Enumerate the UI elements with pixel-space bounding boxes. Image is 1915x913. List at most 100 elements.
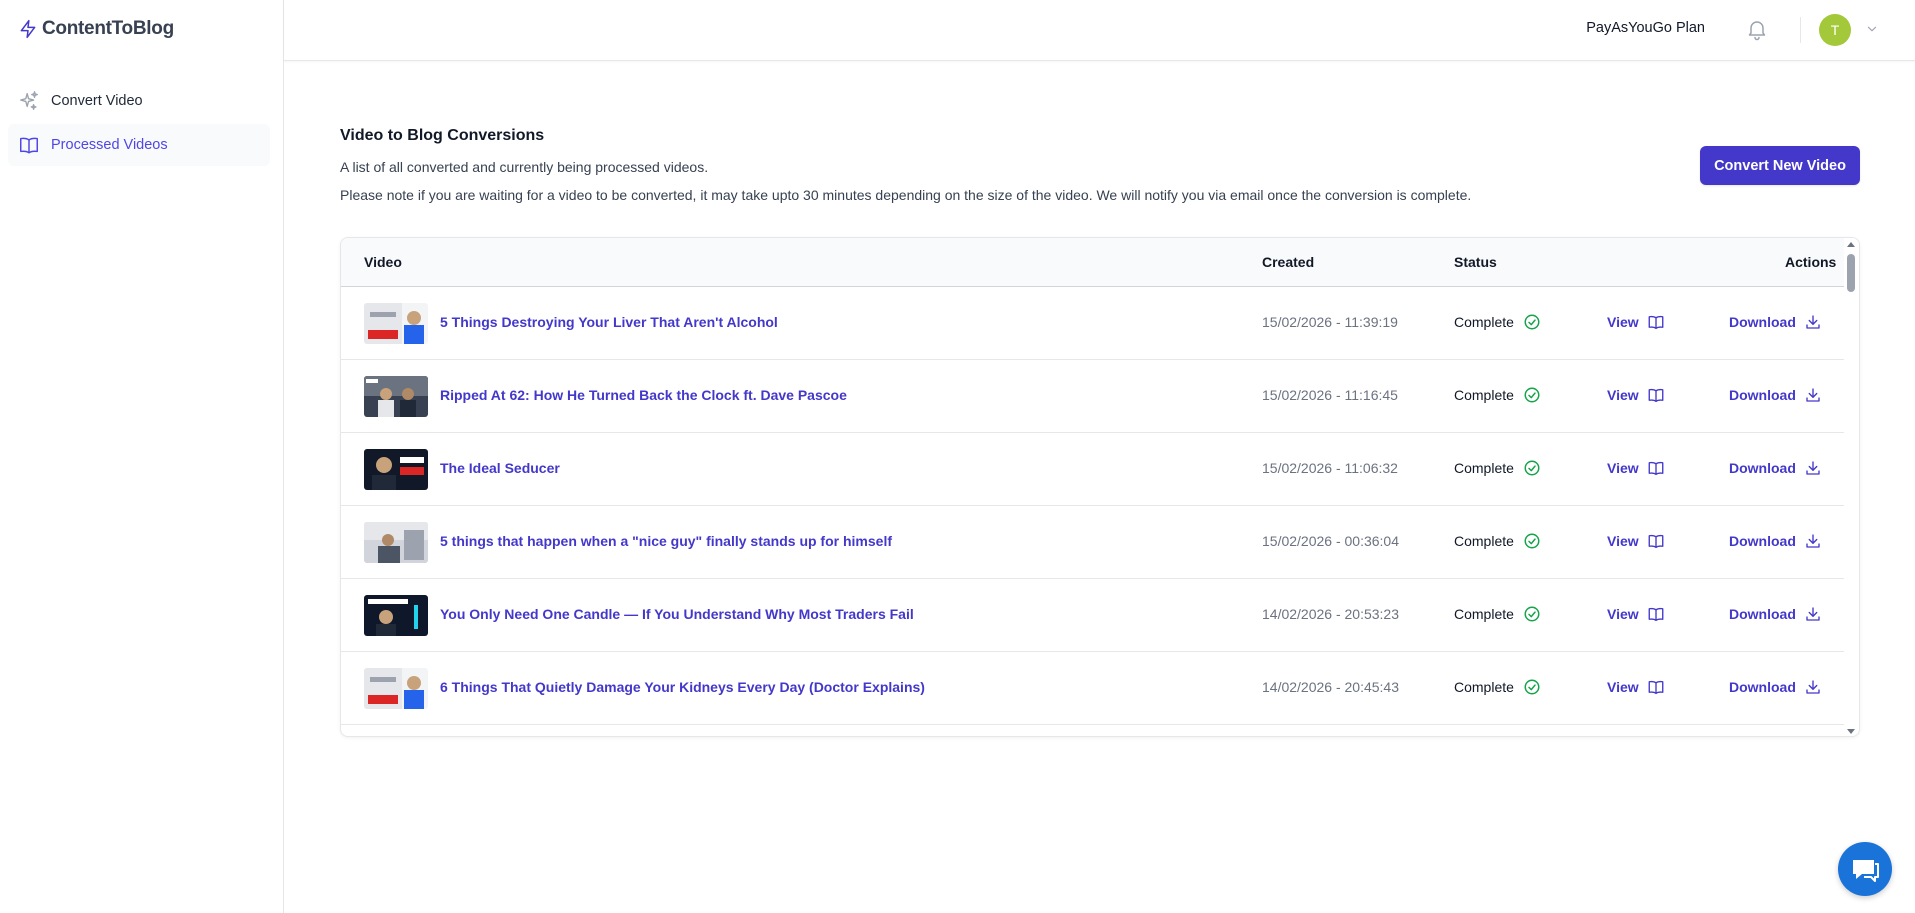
check-circle-icon: [1524, 460, 1540, 476]
video-thumbnail[interactable]: [364, 595, 428, 636]
video-title-link[interactable]: You Only Need One Candle — If You Unders…: [440, 606, 914, 622]
video-title-link[interactable]: The Ideal Seducer: [440, 460, 560, 476]
download-label: Download: [1729, 679, 1796, 695]
convert-new-video-button[interactable]: Convert New Video: [1700, 146, 1860, 185]
video-thumbnail[interactable]: [364, 303, 428, 344]
view-button[interactable]: View: [1607, 313, 1665, 331]
check-circle-icon: [1524, 314, 1540, 330]
view-label: View: [1607, 460, 1639, 476]
plan-label[interactable]: PayAsYouGo Plan: [1586, 20, 1705, 36]
book-open-icon: [1648, 607, 1664, 622]
view-button[interactable]: View: [1607, 532, 1665, 550]
book-open-icon: [17, 133, 41, 157]
created-date: 15/02/2026 - 11:16:45: [1262, 387, 1398, 403]
view-label: View: [1607, 387, 1639, 403]
video-title-link[interactable]: Ripped At 62: How He Turned Back the Clo…: [440, 387, 847, 403]
column-header-actions: Actions: [1785, 254, 1837, 270]
view-label: View: [1607, 314, 1639, 330]
status-text: Complete: [1454, 387, 1514, 403]
video-title-link[interactable]: 5 things that happen when a "nice guy" f…: [440, 533, 892, 549]
column-header-created: Created: [1262, 254, 1315, 270]
created-date: 15/02/2026 - 11:39:19: [1262, 314, 1398, 330]
download-icon: [1806, 315, 1820, 329]
created-date: 15/02/2026 - 11:06:32: [1262, 460, 1398, 476]
chat-widget-button[interactable]: [1838, 842, 1892, 896]
sparkles-icon: [17, 89, 41, 113]
conversions-table: Video Created Status Actions 5 Things De…: [340, 237, 1860, 737]
download-label: Download: [1729, 460, 1796, 476]
bell-icon[interactable]: [1745, 17, 1769, 41]
status-text: Complete: [1454, 460, 1514, 476]
page-note: Please note if you are waiting for a vid…: [340, 187, 1472, 203]
table-row: The Ideal Seducer 15/02/2026 - 11:06:32 …: [341, 433, 1846, 506]
created-date: 14/02/2026 - 20:45:43: [1262, 679, 1400, 695]
created-date: 14/02/2026 - 20:53:23: [1262, 606, 1400, 622]
page-subtitle: A list of all converted and currently be…: [340, 159, 709, 175]
column-header-status: Status: [1454, 254, 1497, 270]
scroll-down-arrow[interactable]: [1847, 729, 1855, 734]
app-logo[interactable]: ContentToBlog: [18, 18, 174, 40]
book-open-icon: [1648, 534, 1664, 549]
status-text: Complete: [1454, 314, 1514, 330]
view-button[interactable]: View: [1607, 678, 1665, 696]
download-icon: [1806, 607, 1820, 621]
download-button[interactable]: Download: [1729, 386, 1822, 404]
book-open-icon: [1648, 461, 1664, 476]
book-open-icon: [1648, 388, 1664, 403]
top-header: PayAsYouGo Plan T: [284, 0, 1915, 61]
table-row: You Only Need One Candle — If You Unders…: [341, 579, 1846, 652]
table-row: 5 things that happen when a "nice guy" f…: [341, 506, 1846, 579]
avatar-initial: T: [1830, 22, 1840, 38]
table-row: Ripped At 62: How He Turned Back the Clo…: [341, 360, 1846, 433]
download-icon: [1806, 388, 1820, 402]
view-button[interactable]: View: [1607, 605, 1665, 623]
download-button[interactable]: Download: [1729, 678, 1822, 696]
book-open-icon: [1648, 315, 1664, 330]
sidebar: ContentToBlog Convert Video Processed Vi…: [0, 0, 284, 913]
video-thumbnail[interactable]: [364, 376, 428, 417]
download-label: Download: [1729, 387, 1796, 403]
created-date: 15/02/2026 - 00:36:04: [1262, 533, 1400, 549]
header-divider: [1800, 17, 1801, 43]
download-button[interactable]: Download: [1729, 313, 1822, 331]
video-thumbnail[interactable]: [364, 449, 428, 490]
status-text: Complete: [1454, 679, 1514, 695]
chat-icon: [1853, 860, 1879, 882]
book-open-icon: [1648, 680, 1664, 695]
table-row: 6 Things That Quietly Damage Your Kidney…: [341, 652, 1846, 725]
chevron-down-icon[interactable]: [1865, 22, 1879, 36]
column-header-video: Video: [364, 254, 402, 270]
check-circle-icon: [1524, 533, 1540, 549]
app-name: ContentToBlog: [42, 18, 174, 39]
view-button[interactable]: View: [1607, 459, 1665, 477]
scroll-thumb[interactable]: [1847, 254, 1855, 292]
bolt-icon: [20, 19, 36, 39]
check-circle-icon: [1524, 387, 1540, 403]
video-title-link[interactable]: 5 Things Destroying Your Liver That Aren…: [440, 314, 778, 330]
download-label: Download: [1729, 606, 1796, 622]
download-label: Download: [1729, 314, 1796, 330]
page-title: Video to Blog Conversions: [340, 127, 545, 144]
video-title-link[interactable]: 6 Things That Quietly Damage Your Kidney…: [440, 679, 925, 695]
sidebar-item-convert-video[interactable]: Convert Video: [8, 80, 270, 122]
video-thumbnail[interactable]: [364, 668, 428, 709]
sidebar-nav: Convert Video Processed Videos: [8, 80, 270, 168]
download-icon: [1806, 680, 1820, 694]
check-circle-icon: [1524, 679, 1540, 695]
download-button[interactable]: Download: [1729, 532, 1822, 550]
download-button[interactable]: Download: [1729, 605, 1822, 623]
view-label: View: [1607, 606, 1639, 622]
download-button[interactable]: Download: [1729, 459, 1822, 477]
sidebar-item-label: Processed Videos: [51, 137, 168, 153]
table-scrollbar[interactable]: [1844, 238, 1859, 736]
scroll-up-arrow[interactable]: [1847, 242, 1855, 247]
avatar[interactable]: T: [1819, 14, 1851, 46]
sidebar-item-processed-videos[interactable]: Processed Videos: [8, 124, 270, 166]
view-button[interactable]: View: [1607, 386, 1665, 404]
view-label: View: [1607, 679, 1639, 695]
table-row: 5 Things Destroying Your Liver That Aren…: [341, 287, 1846, 360]
video-thumbnail[interactable]: [364, 522, 428, 563]
check-circle-icon: [1524, 606, 1540, 622]
status-text: Complete: [1454, 606, 1514, 622]
sidebar-item-label: Convert Video: [51, 93, 143, 109]
